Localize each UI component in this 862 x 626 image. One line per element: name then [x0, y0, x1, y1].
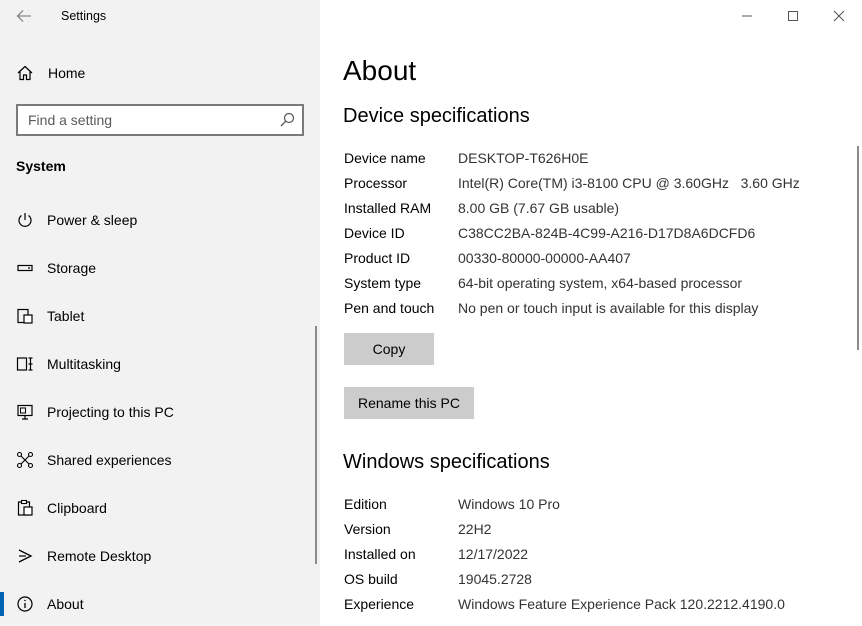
spec-label-installed-ram: Installed RAM [344, 200, 432, 216]
spec-value-installed-ram: 8.00 GB (7.67 GB usable) [458, 200, 620, 216]
sidebar-item-label: Power & sleep [47, 212, 138, 228]
spec-value-installed-on: 12/17/2022 [458, 546, 529, 562]
storage-icon [16, 259, 34, 277]
home-icon [16, 64, 34, 82]
spec-label-system-type: System type [344, 275, 422, 291]
tablet-icon [16, 307, 34, 325]
sidebar-item-home[interactable]: Home [0, 58, 320, 88]
spec-label-experience: Experience [344, 596, 415, 612]
sidebar: Settings Home System Power & sleep [0, 0, 320, 626]
spec-value-device-name: DESKTOP-T626H0E [458, 150, 589, 166]
spec-label-device-name: Device name [344, 150, 426, 166]
spec-label-device-id: Device ID [344, 225, 405, 241]
remote-desktop-icon [16, 547, 34, 565]
shared-experiences-icon [16, 451, 34, 469]
spec-label-processor: Processor [344, 175, 408, 191]
sidebar-item-label: Shared experiences [47, 452, 172, 468]
multitasking-icon [16, 355, 34, 373]
spec-label-installed-on: Installed on [344, 546, 416, 562]
sidebar-item-shared-experiences[interactable]: Shared experiences [0, 440, 318, 480]
spec-value-version: 22H2 [458, 521, 492, 537]
sidebar-item-label: Home [48, 65, 86, 81]
minimize-icon [742, 15, 752, 17]
sidebar-item-label: Remote Desktop [47, 548, 152, 564]
search-input[interactable] [18, 106, 268, 134]
sidebar-item-label: Storage [47, 260, 97, 276]
sidebar-scrollbar[interactable] [315, 326, 317, 564]
copy-button[interactable]: Copy [344, 333, 434, 365]
sidebar-item-clipboard[interactable]: Clipboard [0, 488, 318, 528]
back-button[interactable] [10, 4, 38, 28]
section-title: System [16, 158, 66, 174]
spec-label-product-id: Product ID [344, 250, 411, 266]
maximize-icon [788, 11, 798, 21]
spec-value-edition: Windows 10 Pro [458, 496, 560, 512]
spec-label-edition: Edition [344, 496, 387, 512]
sidebar-item-power-sleep[interactable]: Power & sleep [0, 200, 318, 240]
windows-specifications-heading: Windows specifications [343, 451, 550, 473]
sidebar-item-projecting[interactable]: Projecting to this PC [0, 392, 318, 432]
close-button[interactable] [816, 0, 862, 32]
spec-value-system-type: 64-bit operating system, x64-based proce… [458, 275, 743, 291]
info-icon [16, 595, 34, 613]
spec-value-device-id: C38CC2BA-824B-4C99-A216-D17D8A6DCFD6 [458, 225, 756, 241]
sidebar-item-label: Clipboard [47, 500, 107, 516]
projecting-icon [16, 403, 34, 421]
rename-pc-button[interactable]: Rename this PC [344, 387, 474, 419]
page-title: About [343, 55, 417, 86]
power-icon [16, 211, 34, 229]
minimize-button[interactable] [724, 0, 770, 32]
sidebar-item-label: Multitasking [47, 356, 121, 372]
clipboard-icon [16, 499, 34, 517]
app-title: Settings [61, 9, 107, 23]
main-scrollbar[interactable] [857, 146, 859, 350]
sidebar-item-multitasking[interactable]: Multitasking [0, 344, 318, 384]
spec-value-pen-touch: No pen or touch input is available for t… [458, 300, 759, 316]
search-box[interactable] [16, 104, 304, 136]
spec-label-os-build: OS build [344, 571, 398, 587]
sidebar-item-tablet[interactable]: Tablet [0, 296, 318, 336]
sidebar-item-about[interactable]: About [0, 584, 318, 624]
back-arrow-icon [16, 10, 31, 22]
spec-value-processor: Intel(R) Core(TM) i3-8100 CPU @ 3.60GHz … [458, 175, 800, 191]
sidebar-item-label: Projecting to this PC [47, 404, 174, 420]
spec-label-version: Version [344, 521, 391, 537]
sidebar-item-label: About [47, 596, 84, 612]
spec-value-product-id: 00330-80000-00000-AA407 [458, 250, 631, 266]
sidebar-item-remote-desktop[interactable]: Remote Desktop [0, 536, 318, 576]
maximize-button[interactable] [770, 0, 816, 32]
sidebar-item-storage[interactable]: Storage [0, 248, 318, 288]
sidebar-item-label: Tablet [47, 308, 85, 324]
device-specifications-heading: Device specifications [343, 105, 530, 127]
spec-value-experience: Windows Feature Experience Pack 120.2212… [458, 596, 785, 612]
search-icon[interactable] [278, 111, 296, 129]
spec-label-pen-touch: Pen and touch [344, 300, 435, 316]
spec-value-os-build: 19045.2728 [458, 571, 532, 587]
close-icon [833, 10, 845, 22]
